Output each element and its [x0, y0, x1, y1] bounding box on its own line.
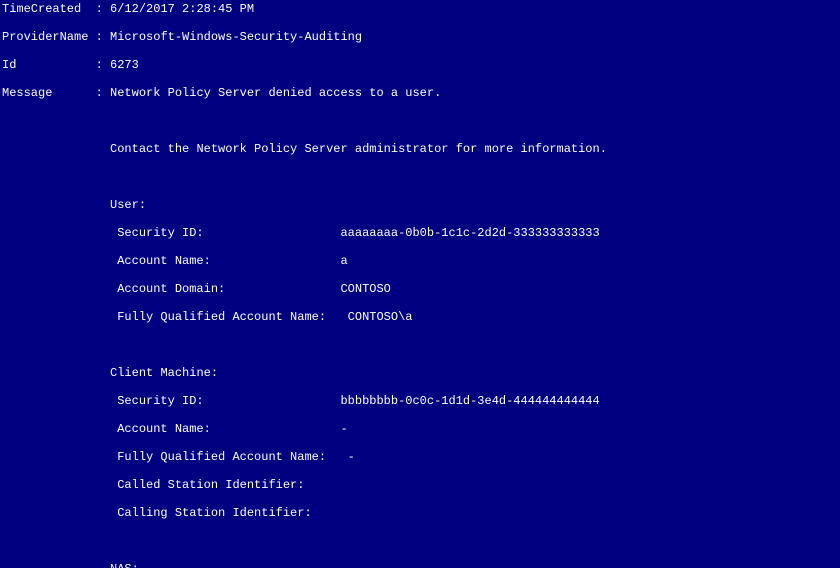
- client-account-name: Account Name: -: [2, 422, 840, 436]
- client-calling: Calling Station Identifier:: [2, 506, 840, 520]
- user-section: User:: [2, 198, 840, 212]
- nas-section: NAS:: [2, 562, 840, 568]
- client-security-id: Security ID: bbbbbbbb-0c0c-1d1d-3e4d-444…: [2, 394, 840, 408]
- blank: [2, 534, 840, 548]
- header-id: Id : 6273: [2, 58, 840, 72]
- header-provider: ProviderName : Microsoft-Windows-Securit…: [2, 30, 840, 44]
- user-account-name: Account Name: a: [2, 254, 840, 268]
- header-time: TimeCreated : 6/12/2017 2:28:45 PM: [2, 2, 840, 16]
- client-called: Called Station Identifier:: [2, 478, 840, 492]
- client-fqan: Fully Qualified Account Name: -: [2, 450, 840, 464]
- contact-line: Contact the Network Policy Server admini…: [2, 142, 840, 156]
- blank: [2, 114, 840, 128]
- powershell-output: TimeCreated : 6/12/2017 2:28:45 PM Provi…: [0, 0, 840, 568]
- blank: [2, 338, 840, 352]
- user-account-domain: Account Domain: CONTOSO: [2, 282, 840, 296]
- user-fqan: Fully Qualified Account Name: CONTOSO\a: [2, 310, 840, 324]
- client-section: Client Machine:: [2, 366, 840, 380]
- header-message: Message : Network Policy Server denied a…: [2, 86, 840, 100]
- user-security-id: Security ID: aaaaaaaa-0b0b-1c1c-2d2d-333…: [2, 226, 840, 240]
- blank: [2, 170, 840, 184]
